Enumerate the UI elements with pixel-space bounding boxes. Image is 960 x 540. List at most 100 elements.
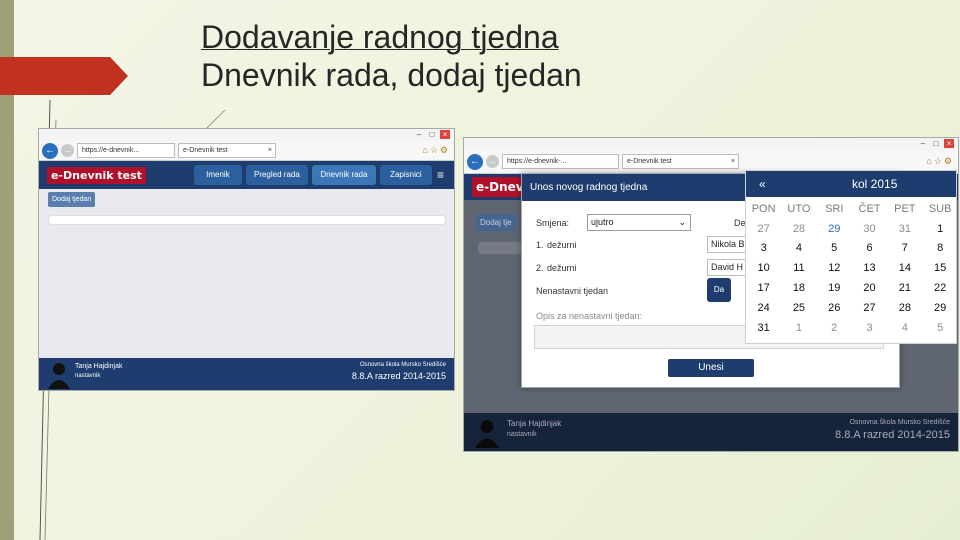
calendar-day[interactable]: 22	[922, 282, 957, 294]
add-week-button[interactable]: Dodaj tje	[476, 214, 516, 231]
calendar-day[interactable]: 7	[887, 242, 922, 254]
left-browser-window: – □ × ← → https://e-dnevnik... e-Dnevnik…	[38, 128, 455, 391]
week-list-bar	[48, 215, 446, 225]
nav-dnevnik-rada[interactable]: Dnevnik rada	[311, 165, 376, 185]
address-bar[interactable]: https://e-dnevnik...	[77, 143, 175, 158]
calendar-prev-icon[interactable]: «	[759, 177, 766, 191]
address-bar[interactable]: https://e-dnevnik-...	[502, 154, 619, 169]
calendar-day[interactable]: 12	[817, 262, 852, 274]
forward-icon[interactable]: →	[61, 144, 74, 157]
calendar-day[interactable]: 4	[781, 242, 816, 254]
tab-close-icon[interactable]: ×	[731, 155, 735, 168]
calendar-day[interactable]: 3	[852, 322, 887, 334]
calendar-day[interactable]: 3	[746, 242, 781, 254]
calendar-day[interactable]: 18	[781, 282, 816, 294]
calendar-day[interactable]: 17	[746, 282, 781, 294]
duty1-label: dežurni	[547, 240, 577, 250]
main-nav: Imenik Pregled rada Dnevnik rada Zapisni…	[193, 165, 432, 185]
calendar-day[interactable]: 14	[887, 262, 922, 274]
close-icon[interactable]: ×	[944, 139, 954, 148]
footer-class: 8.8.A razred 2014-2015	[351, 371, 446, 381]
maximize-icon[interactable]: □	[931, 139, 941, 148]
calendar-week-row: 3 4 5 6 7 8	[746, 239, 958, 259]
nav-pregled-rada[interactable]: Pregled rada	[245, 165, 308, 185]
app-logo[interactable]: e-Dnevnik test	[47, 166, 146, 184]
footer-class: 8.8.A razred 2014-2015	[835, 429, 950, 441]
calendar-weekday-row: PON UTO SRI ČET PET SUB	[746, 199, 958, 219]
window-titlebar: – □ ×	[39, 129, 454, 141]
calendar-day[interactable]: 13	[852, 262, 887, 274]
back-icon[interactable]: ←	[467, 153, 483, 170]
calendar-week-row: 17 18 19 20 21 22	[746, 278, 958, 298]
tab-close-icon[interactable]: ×	[268, 144, 272, 157]
maximize-icon[interactable]: □	[427, 130, 437, 139]
minimize-icon[interactable]: –	[414, 130, 424, 139]
calendar-day[interactable]: 19	[817, 282, 852, 294]
nav-zapisnici[interactable]: Zapisnici	[379, 165, 432, 185]
slide-arrow-shape	[0, 57, 128, 95]
calendar-day[interactable]: 30	[852, 223, 887, 235]
calendar-day[interactable]: 1	[781, 322, 816, 334]
calendar-day[interactable]: 6	[852, 242, 887, 254]
shift-select-value: ujutro	[591, 217, 614, 227]
browser-toolbar: ← → https://e-dnevnik... e-Dnevnik test …	[39, 141, 454, 161]
submit-button[interactable]: Unesi	[668, 359, 754, 377]
browser-tab[interactable]: e-Dnevnik test ×	[622, 154, 739, 169]
footer-user-role: nastavnik	[507, 431, 537, 438]
calendar-day[interactable]: 5	[922, 322, 957, 334]
minimize-icon[interactable]: –	[918, 139, 928, 148]
calendar-day[interactable]: 28	[781, 223, 816, 235]
calendar-day[interactable]: 2	[817, 322, 852, 334]
calendar-day[interactable]: 8	[922, 242, 957, 254]
calendar-day[interactable]: 11	[781, 262, 816, 274]
calendar-header: « kol 2015	[746, 171, 956, 197]
calendar-day[interactable]: 21	[887, 282, 922, 294]
app-header: e-Dnevnik test Imenik Pregled rada Dnevn…	[39, 161, 454, 189]
browser-home-star-gear-icons[interactable]: ⌂☆⚙	[926, 156, 954, 167]
back-icon[interactable]: ←	[42, 142, 58, 159]
duty1-number: 1.	[536, 240, 544, 250]
calendar-day[interactable]: 1	[922, 223, 957, 235]
shift-select[interactable]: ujutro ⌄	[587, 214, 691, 231]
slide-title-line1: Dodavanje radnog tjedna	[201, 19, 559, 55]
calendar-day[interactable]: 20	[852, 282, 887, 294]
calendar-day[interactable]: 31	[887, 223, 922, 235]
calendar-day[interactable]: 26	[817, 302, 852, 314]
calendar-day[interactable]: 24	[746, 302, 781, 314]
calendar-month-label[interactable]: kol 2015	[852, 177, 897, 191]
calendar-week-row: 24 25 26 27 28 29	[746, 298, 958, 318]
calendar-day[interactable]: 28	[887, 302, 922, 314]
browser-tab[interactable]: e-Dnevnik test ×	[178, 143, 276, 158]
calendar-day[interactable]: 31	[746, 322, 781, 334]
add-week-button[interactable]: Dodaj tjedan	[48, 192, 96, 207]
slide-title-line2: Dnevnik rada, dodaj tjedan	[201, 57, 582, 93]
calendar-day[interactable]: 27	[852, 302, 887, 314]
calendar-day[interactable]: 29	[922, 302, 957, 314]
menu-icon[interactable]: ≡	[437, 168, 444, 182]
non-teaching-toggle-button[interactable]: Da	[707, 278, 731, 302]
calendar-day[interactable]: 4	[887, 322, 922, 334]
footer-user-role: nastavnik	[75, 373, 101, 379]
slide-title: Dodavanje radnog tjedna Dnevnik rada, do…	[201, 18, 582, 94]
cropped-label: De	[734, 218, 746, 228]
calendar-day[interactable]: 29	[817, 223, 852, 235]
non-teaching-week-label: Nenastavni tjedan	[536, 286, 609, 296]
nav-imenik[interactable]: Imenik	[193, 165, 242, 185]
calendar-week-row: 31 1 2 3 4 5	[746, 318, 958, 338]
weekday-label: UTO	[787, 202, 811, 215]
calendar-day[interactable]: 10	[746, 262, 781, 274]
calendar-day[interactable]: 15	[922, 262, 957, 274]
app-logo[interactable]: e-Dnev	[472, 177, 528, 197]
weekday-label: ČET	[858, 202, 881, 215]
app-footer: Tanja Hajdinjak nastavnik Osnovna škola …	[39, 358, 454, 390]
calendar-grid: PON UTO SRI ČET PET SUB 27 28 29 30 31 1…	[746, 199, 958, 338]
window-controls: – □ ×	[414, 130, 450, 139]
weekday-label: PET	[894, 202, 916, 215]
app-content: Dodaj tjedan	[39, 189, 454, 358]
forward-icon[interactable]: →	[486, 155, 499, 168]
browser-home-star-gear-icons[interactable]: ⌂☆⚙	[422, 145, 450, 156]
calendar-day[interactable]: 25	[781, 302, 816, 314]
close-icon[interactable]: ×	[440, 130, 450, 139]
calendar-day[interactable]: 5	[817, 242, 852, 254]
calendar-day[interactable]: 27	[746, 223, 781, 235]
